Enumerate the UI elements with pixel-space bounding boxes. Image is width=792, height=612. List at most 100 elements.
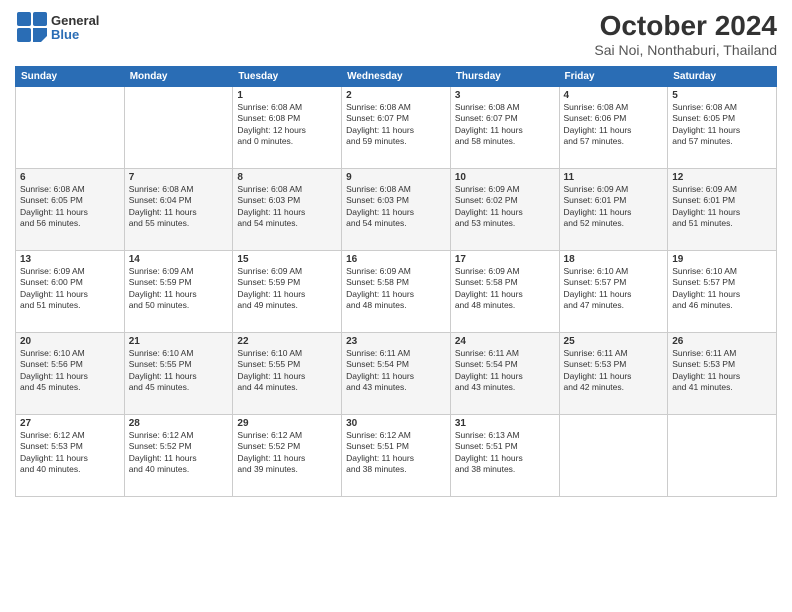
day-info: Sunrise: 6:12 AMSunset: 5:52 PMDaylight:… — [129, 430, 229, 476]
day-number: 2 — [346, 90, 446, 101]
calendar-week-2: 6Sunrise: 6:08 AMSunset: 6:05 PMDaylight… — [16, 169, 777, 251]
calendar-cell: 2Sunrise: 6:08 AMSunset: 6:07 PMDaylight… — [342, 87, 451, 169]
day-number: 17 — [455, 254, 555, 265]
calendar-cell: 25Sunrise: 6:11 AMSunset: 5:53 PMDayligh… — [559, 333, 668, 415]
day-info: Sunrise: 6:09 AMSunset: 6:01 PMDaylight:… — [564, 184, 664, 230]
day-number: 27 — [20, 418, 120, 429]
day-header-thursday: Thursday — [450, 67, 559, 87]
day-number: 5 — [672, 90, 772, 101]
day-number: 20 — [20, 336, 120, 347]
day-header-saturday: Saturday — [668, 67, 777, 87]
calendar-cell — [668, 415, 777, 497]
calendar-header-row: SundayMondayTuesdayWednesdayThursdayFrid… — [16, 67, 777, 87]
day-info: Sunrise: 6:09 AMSunset: 5:59 PMDaylight:… — [129, 266, 229, 312]
calendar-cell: 1Sunrise: 6:08 AMSunset: 6:08 PMDaylight… — [233, 87, 342, 169]
day-number: 11 — [564, 172, 664, 183]
day-number: 18 — [564, 254, 664, 265]
calendar-week-4: 20Sunrise: 6:10 AMSunset: 5:56 PMDayligh… — [16, 333, 777, 415]
day-info: Sunrise: 6:09 AMSunset: 5:58 PMDaylight:… — [455, 266, 555, 312]
calendar-cell: 24Sunrise: 6:11 AMSunset: 5:54 PMDayligh… — [450, 333, 559, 415]
day-info: Sunrise: 6:08 AMSunset: 6:07 PMDaylight:… — [455, 102, 555, 148]
calendar-cell — [124, 87, 233, 169]
day-info: Sunrise: 6:10 AMSunset: 5:55 PMDaylight:… — [237, 348, 337, 394]
day-info: Sunrise: 6:08 AMSunset: 6:08 PMDaylight:… — [237, 102, 337, 148]
day-number: 23 — [346, 336, 446, 347]
day-number: 28 — [129, 418, 229, 429]
day-info: Sunrise: 6:09 AMSunset: 6:00 PMDaylight:… — [20, 266, 120, 312]
calendar-cell: 8Sunrise: 6:08 AMSunset: 6:03 PMDaylight… — [233, 169, 342, 251]
calendar-cell: 30Sunrise: 6:12 AMSunset: 5:51 PMDayligh… — [342, 415, 451, 497]
day-info: Sunrise: 6:09 AMSunset: 6:02 PMDaylight:… — [455, 184, 555, 230]
day-number: 10 — [455, 172, 555, 183]
calendar-cell: 5Sunrise: 6:08 AMSunset: 6:05 PMDaylight… — [668, 87, 777, 169]
day-header-monday: Monday — [124, 67, 233, 87]
day-info: Sunrise: 6:10 AMSunset: 5:56 PMDaylight:… — [20, 348, 120, 394]
calendar-cell — [559, 415, 668, 497]
day-number: 14 — [129, 254, 229, 265]
calendar-cell: 6Sunrise: 6:08 AMSunset: 6:05 PMDaylight… — [16, 169, 125, 251]
day-info: Sunrise: 6:08 AMSunset: 6:05 PMDaylight:… — [20, 184, 120, 230]
day-info: Sunrise: 6:10 AMSunset: 5:57 PMDaylight:… — [564, 266, 664, 312]
logo-line1: General — [51, 14, 99, 28]
day-number: 21 — [129, 336, 229, 347]
day-number: 13 — [20, 254, 120, 265]
day-number: 8 — [237, 172, 337, 183]
day-info: Sunrise: 6:13 AMSunset: 5:51 PMDaylight:… — [455, 430, 555, 476]
day-info: Sunrise: 6:08 AMSunset: 6:03 PMDaylight:… — [237, 184, 337, 230]
calendar-cell: 11Sunrise: 6:09 AMSunset: 6:01 PMDayligh… — [559, 169, 668, 251]
calendar-cell: 29Sunrise: 6:12 AMSunset: 5:52 PMDayligh… — [233, 415, 342, 497]
day-info: Sunrise: 6:09 AMSunset: 5:59 PMDaylight:… — [237, 266, 337, 312]
calendar-cell: 19Sunrise: 6:10 AMSunset: 5:57 PMDayligh… — [668, 251, 777, 333]
calendar-cell: 17Sunrise: 6:09 AMSunset: 5:58 PMDayligh… — [450, 251, 559, 333]
day-number: 6 — [20, 172, 120, 183]
title-block: October 2024 Sai Noi, Nonthaburi, Thaila… — [594, 10, 777, 58]
day-info: Sunrise: 6:08 AMSunset: 6:07 PMDaylight:… — [346, 102, 446, 148]
day-number: 4 — [564, 90, 664, 101]
header: General Blue October 2024 Sai Noi, Nonth… — [15, 10, 777, 58]
day-number: 1 — [237, 90, 337, 101]
day-info: Sunrise: 6:10 AMSunset: 5:57 PMDaylight:… — [672, 266, 772, 312]
calendar-title: October 2024 — [594, 10, 777, 42]
logo: General Blue — [15, 10, 99, 46]
day-header-tuesday: Tuesday — [233, 67, 342, 87]
day-number: 25 — [564, 336, 664, 347]
day-info: Sunrise: 6:11 AMSunset: 5:54 PMDaylight:… — [346, 348, 446, 394]
day-header-friday: Friday — [559, 67, 668, 87]
day-info: Sunrise: 6:10 AMSunset: 5:55 PMDaylight:… — [129, 348, 229, 394]
day-number: 16 — [346, 254, 446, 265]
calendar-cell: 10Sunrise: 6:09 AMSunset: 6:02 PMDayligh… — [450, 169, 559, 251]
day-number: 22 — [237, 336, 337, 347]
day-info: Sunrise: 6:08 AMSunset: 6:06 PMDaylight:… — [564, 102, 664, 148]
calendar-cell: 18Sunrise: 6:10 AMSunset: 5:57 PMDayligh… — [559, 251, 668, 333]
calendar-cell: 31Sunrise: 6:13 AMSunset: 5:51 PMDayligh… — [450, 415, 559, 497]
logo-text: General Blue — [51, 14, 99, 43]
day-info: Sunrise: 6:12 AMSunset: 5:51 PMDaylight:… — [346, 430, 446, 476]
calendar-cell: 9Sunrise: 6:08 AMSunset: 6:03 PMDaylight… — [342, 169, 451, 251]
day-info: Sunrise: 6:09 AMSunset: 5:58 PMDaylight:… — [346, 266, 446, 312]
day-info: Sunrise: 6:12 AMSunset: 5:53 PMDaylight:… — [20, 430, 120, 476]
calendar-cell: 7Sunrise: 6:08 AMSunset: 6:04 PMDaylight… — [124, 169, 233, 251]
day-header-sunday: Sunday — [16, 67, 125, 87]
calendar-cell: 23Sunrise: 6:11 AMSunset: 5:54 PMDayligh… — [342, 333, 451, 415]
day-number: 31 — [455, 418, 555, 429]
calendar-cell: 26Sunrise: 6:11 AMSunset: 5:53 PMDayligh… — [668, 333, 777, 415]
calendar-cell: 20Sunrise: 6:10 AMSunset: 5:56 PMDayligh… — [16, 333, 125, 415]
day-info: Sunrise: 6:08 AMSunset: 6:03 PMDaylight:… — [346, 184, 446, 230]
day-info: Sunrise: 6:11 AMSunset: 5:53 PMDaylight:… — [672, 348, 772, 394]
logo-line2: Blue — [51, 28, 99, 42]
calendar-cell: 27Sunrise: 6:12 AMSunset: 5:53 PMDayligh… — [16, 415, 125, 497]
calendar-week-1: 1Sunrise: 6:08 AMSunset: 6:08 PMDaylight… — [16, 87, 777, 169]
calendar-week-5: 27Sunrise: 6:12 AMSunset: 5:53 PMDayligh… — [16, 415, 777, 497]
day-number: 26 — [672, 336, 772, 347]
calendar-cell: 16Sunrise: 6:09 AMSunset: 5:58 PMDayligh… — [342, 251, 451, 333]
calendar-cell: 12Sunrise: 6:09 AMSunset: 6:01 PMDayligh… — [668, 169, 777, 251]
calendar-cell: 22Sunrise: 6:10 AMSunset: 5:55 PMDayligh… — [233, 333, 342, 415]
calendar-cell: 13Sunrise: 6:09 AMSunset: 6:00 PMDayligh… — [16, 251, 125, 333]
day-number: 9 — [346, 172, 446, 183]
calendar-week-3: 13Sunrise: 6:09 AMSunset: 6:00 PMDayligh… — [16, 251, 777, 333]
calendar-cell: 4Sunrise: 6:08 AMSunset: 6:06 PMDaylight… — [559, 87, 668, 169]
day-number: 3 — [455, 90, 555, 101]
day-header-wednesday: Wednesday — [342, 67, 451, 87]
calendar-cell: 3Sunrise: 6:08 AMSunset: 6:07 PMDaylight… — [450, 87, 559, 169]
calendar-cell: 14Sunrise: 6:09 AMSunset: 5:59 PMDayligh… — [124, 251, 233, 333]
